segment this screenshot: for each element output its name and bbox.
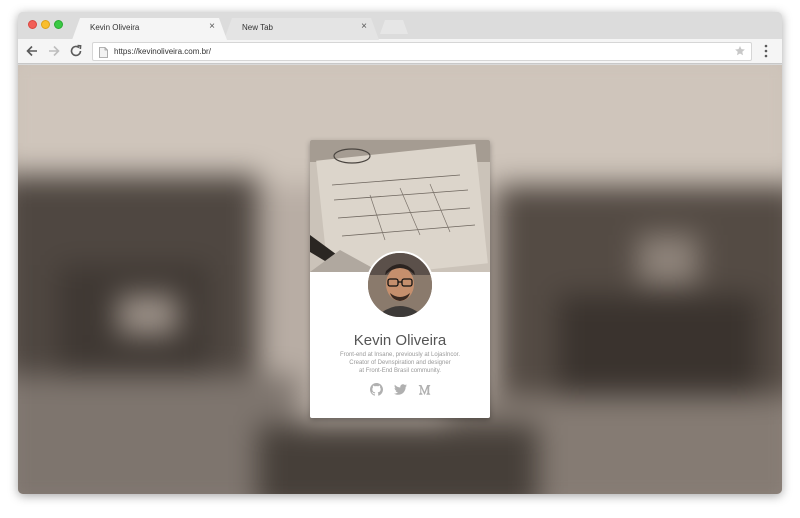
twitter-icon[interactable]	[393, 383, 407, 396]
profile-card: Kevin Oliveira Front-end at Insane, prev…	[310, 140, 490, 418]
forward-arrow-icon[interactable]	[46, 43, 62, 59]
social-links	[310, 382, 490, 396]
bookmark-star-icon[interactable]	[734, 45, 746, 57]
bio-line: Creator of Devnspiration and designer	[349, 360, 451, 366]
tab-close-icon[interactable]: ×	[361, 21, 367, 33]
reload-icon[interactable]	[68, 43, 84, 59]
tab-bar: Kevin Oliveira × New Tab ×	[18, 12, 782, 39]
tab-kevin-oliveira[interactable]: Kevin Oliveira ×	[72, 18, 227, 40]
tab-title: Kevin Oliveira	[90, 23, 140, 32]
github-icon[interactable]	[369, 382, 383, 396]
bio-line: at Front-End Brasil community.	[359, 368, 441, 374]
maximize-window-button[interactable]	[54, 20, 63, 29]
browser-toolbar: https://kevinoliveira.com.br/	[18, 39, 782, 64]
new-tab-button[interactable]	[380, 20, 408, 34]
tab-close-icon[interactable]: ×	[209, 21, 215, 33]
profile-name: Kevin Oliveira	[353, 332, 447, 349]
page-icon	[99, 47, 108, 58]
browser-window: Kevin Oliveira × New Tab × https://kevin…	[18, 12, 782, 494]
tab-title: New Tab	[242, 23, 273, 32]
back-arrow-icon[interactable]	[24, 43, 40, 59]
close-window-button[interactable]	[28, 20, 37, 29]
medium-icon[interactable]	[418, 383, 431, 396]
bio-line: Front-end at Insane, previously at Lojas…	[339, 352, 461, 358]
page-viewport: Kevin Oliveira Front-end at Insane, prev…	[18, 65, 782, 494]
tab-new-tab[interactable]: New Tab ×	[224, 18, 379, 40]
url-text: https://kevinoliveira.com.br/	[114, 47, 211, 56]
profile-bio: Front-end at Insane, previously at Lojas…	[330, 351, 470, 375]
menu-dots-icon[interactable]	[762, 44, 770, 58]
minimize-window-button[interactable]	[41, 20, 50, 29]
avatar-photo	[368, 253, 432, 317]
address-bar[interactable]: https://kevinoliveira.com.br/	[92, 42, 752, 61]
avatar	[366, 251, 434, 319]
